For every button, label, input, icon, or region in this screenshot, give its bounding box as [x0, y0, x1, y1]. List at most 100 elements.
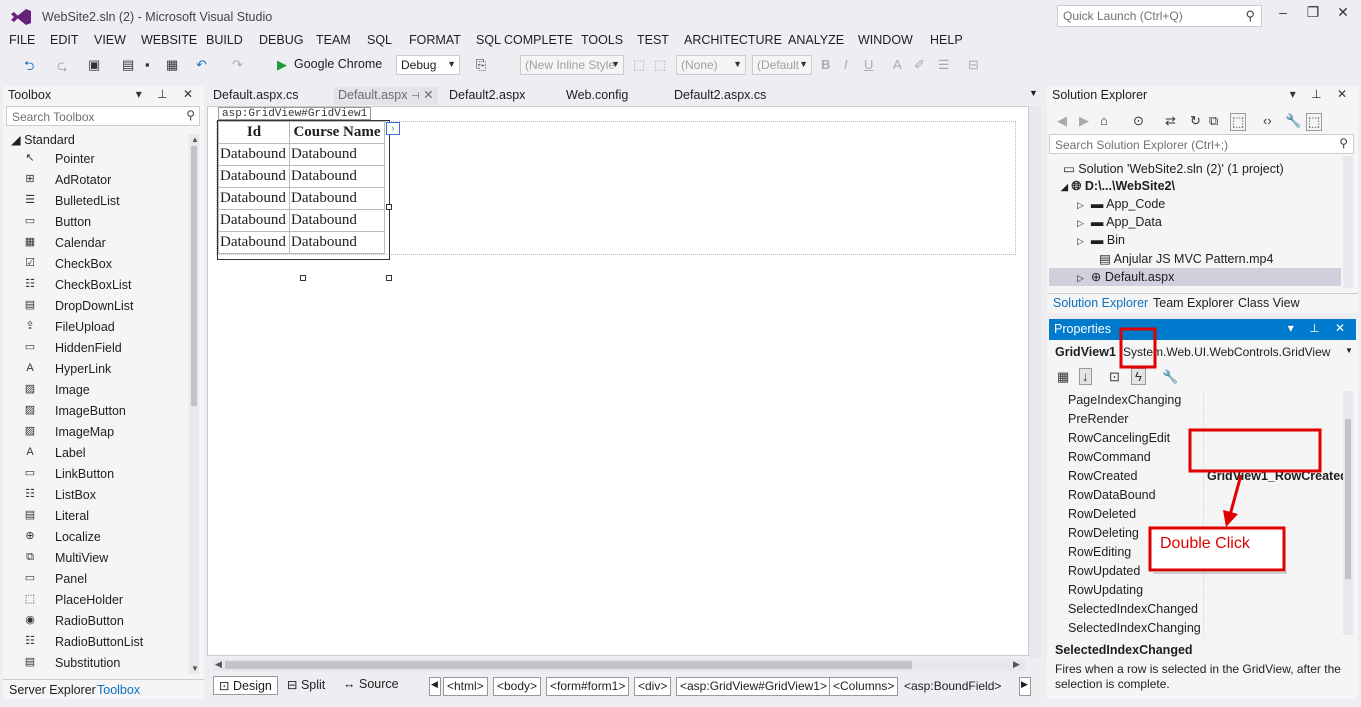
refresh-icon[interactable]: ↻ — [1190, 113, 1201, 129]
tree-node-app-data[interactable]: ▷ ▬ App_Data — [1077, 215, 1162, 229]
breadcrumb-boundfield[interactable]: <asp:BoundField> — [900, 677, 1005, 696]
properties-scroll-thumb[interactable] — [1345, 419, 1351, 579]
toolbox-item-label[interactable]: A Label — [23, 443, 183, 464]
tab-class-view[interactable]: Class View — [1238, 296, 1300, 310]
menu-build[interactable]: BUILD — [206, 33, 243, 47]
target-rule-dropdown[interactable]: (None) ▼ — [676, 55, 746, 75]
save-all-icon[interactable]: ▦ — [166, 57, 178, 73]
event-row-rowcreated[interactable]: RowCreated GridView1_RowCreated — [1049, 467, 1348, 486]
split-view-button[interactable]: ⊟ Split — [287, 677, 325, 692]
editor-vertical-scrollbar[interactable] — [1029, 106, 1041, 658]
new-project-icon[interactable]: ▣ — [88, 57, 100, 73]
property-pages-icon[interactable]: 🔧 — [1162, 369, 1178, 385]
toolbox-scroll-thumb[interactable] — [191, 146, 197, 406]
pane-buttons[interactable]: ▾ ⊥ ✕ — [1288, 321, 1351, 335]
minimize-button[interactable]: – — [1268, 4, 1298, 24]
home-icon[interactable]: ⌂ — [1100, 113, 1108, 128]
event-row-rowcancelingedit[interactable]: RowCancelingEdit — [1049, 429, 1341, 448]
toolbox-search-input[interactable]: Search Toolbox ⚲ — [6, 106, 200, 126]
underline-button[interactable]: U — [864, 57, 873, 72]
event-row-selectedindexchanged[interactable]: SelectedIndexChanged — [1049, 600, 1341, 619]
menu-format[interactable]: FORMAT — [409, 33, 461, 47]
menu-website[interactable]: WEBSITE — [141, 33, 197, 47]
gridview-control[interactable]: Id Course Name Databound Databound Databou… — [217, 120, 390, 260]
toolbox-item-literal[interactable]: ▤ Literal — [23, 506, 183, 527]
toolbox-item-checkboxlist[interactable]: ☷ CheckBoxList — [23, 275, 183, 296]
close-window-button[interactable]: ✕ — [1328, 4, 1358, 24]
menu-help[interactable]: HELP — [930, 33, 963, 47]
event-row-rowcommand[interactable]: RowCommand — [1049, 448, 1341, 467]
tree-node-bin[interactable]: ▷ ▬ Bin — [1077, 233, 1125, 247]
preview-icon[interactable]: ⬚ — [1306, 113, 1323, 131]
event-row-pageindexchanging[interactable]: PageIndexChanging — [1049, 391, 1341, 410]
event-row-prerender[interactable]: PreRender — [1049, 410, 1341, 429]
toolbox-item-listbox[interactable]: ☷ ListBox — [23, 485, 183, 506]
italic-button[interactable]: I — [844, 57, 848, 72]
tab-server-explorer[interactable]: Server Explorer — [9, 683, 96, 697]
menu-edit[interactable]: EDIT — [50, 33, 78, 47]
menu-view[interactable]: VIEW — [94, 33, 126, 47]
toolbox-item-linkbutton[interactable]: ▭ LinkButton — [23, 464, 183, 485]
menu-sql[interactable]: SQL — [367, 33, 392, 47]
pane-buttons[interactable]: ▾ ⊥ ✕ — [136, 87, 199, 101]
menu-architecture[interactable]: ARCHITECTURE — [684, 33, 782, 47]
new-style-icon[interactable]: ⬚ — [633, 57, 645, 73]
toolbox-item-calendar[interactable]: ▦ Calendar — [23, 233, 183, 254]
source-view-button[interactable]: ↔ Source — [343, 677, 399, 691]
alphabetical-icon[interactable]: ↓ — [1079, 368, 1092, 385]
show-all-files-icon[interactable]: ⬚ — [1230, 113, 1247, 131]
toolbox-item-imagemap[interactable]: ▨ ImageMap — [23, 422, 183, 443]
pending-changes-icon[interactable]: ⊙ — [1133, 113, 1144, 129]
navigate-forward-icon[interactable]: ⮎ — [57, 57, 67, 79]
breadcrumb-form[interactable]: <form#form1> — [546, 677, 630, 696]
tab-default2-aspx-cs[interactable]: Default2.aspx.cs — [674, 88, 766, 102]
menu-tools[interactable]: TOOLS — [581, 33, 623, 47]
breadcrumb-next-icon[interactable]: ▶ — [1019, 677, 1031, 696]
resize-handle[interactable] — [386, 204, 392, 210]
breadcrumb-columns[interactable]: <Columns> — [829, 677, 899, 696]
toolbox-item-fileupload[interactable]: ⇪ FileUpload — [23, 317, 183, 338]
breadcrumb-prev-icon[interactable]: ◀ — [429, 677, 441, 696]
toolbox-item-placeholder[interactable]: ⬚ PlaceHolder — [23, 590, 183, 611]
event-row-selectedindexchanging[interactable]: SelectedIndexChanging — [1049, 619, 1341, 638]
tree-node-mp4[interactable]: ▤ Anjular JS MVC Pattern.mp4 — [1099, 251, 1273, 266]
undo-icon[interactable]: ↶ — [196, 57, 207, 73]
attach-style-icon[interactable]: ⬚ — [654, 57, 666, 73]
toolbox-item-imagebutton[interactable]: ▨ ImageButton — [23, 401, 183, 422]
breadcrumb-body[interactable]: <body> — [493, 677, 542, 696]
object-selector[interactable]: GridView1 System.Web.UI.WebControls.Grid… — [1049, 341, 1354, 363]
menu-window[interactable]: WINDOW — [858, 33, 913, 47]
resize-handle[interactable] — [386, 275, 392, 281]
tab-overflow-icon[interactable]: ▼ — [1029, 88, 1038, 98]
event-row-rowdatabound[interactable]: RowDataBound — [1049, 486, 1341, 505]
back-icon[interactable]: ◀ — [1057, 113, 1067, 129]
tree-node-app-code[interactable]: ▷ ▬ App_Code — [1077, 197, 1165, 211]
toolbox-item-hyperlink[interactable]: A HyperLink — [23, 359, 183, 380]
design-view-button[interactable]: ⊡ Design — [213, 676, 278, 695]
toolbox-item-substitution[interactable]: ▤ Substitution — [23, 653, 183, 674]
scroll-left-icon[interactable]: ◀ — [215, 659, 222, 670]
fore-color-icon[interactable]: A — [893, 57, 902, 72]
menu-file[interactable]: FILE — [9, 33, 35, 47]
event-row-rowupdating[interactable]: RowUpdating — [1049, 581, 1341, 600]
redo-icon[interactable]: ↷ — [232, 57, 243, 73]
menu-debug[interactable]: DEBUG — [259, 33, 303, 47]
quick-launch-input[interactable]: Quick Launch (Ctrl+Q) ⚲ — [1057, 5, 1262, 27]
align-icon[interactable]: ☰ — [938, 57, 950, 73]
event-row-rowupdated[interactable]: RowUpdated — [1049, 562, 1341, 581]
attach-icon[interactable]: ⎘ — [476, 57, 486, 73]
save-icon[interactable]: ▪ — [145, 57, 150, 72]
toolbox-item-pointer[interactable]: ↖ Pointer — [23, 149, 183, 170]
restore-button[interactable]: ❐ — [1298, 4, 1328, 24]
highlight-icon[interactable]: ✐ — [914, 57, 925, 73]
toolbox-item-hiddenfield[interactable]: ▭ HiddenField — [23, 338, 183, 359]
toolbox-category-standard[interactable]: ◢ Standard — [11, 132, 75, 147]
open-file-icon[interactable]: ▤ — [122, 57, 134, 73]
close-tab-icon[interactable]: ✕ — [423, 88, 433, 102]
toolbox-item-panel[interactable]: ▭ Panel — [23, 569, 183, 590]
toolbox-item-checkbox[interactable]: ☑ CheckBox — [23, 254, 183, 275]
format-icon[interactable]: ⊟ — [968, 57, 979, 73]
pane-buttons[interactable]: ▾ ⊥ ✕ — [1290, 87, 1353, 101]
tab-default2-aspx[interactable]: Default2.aspx — [449, 88, 525, 102]
tab-solution-explorer[interactable]: Solution Explorer — [1053, 296, 1148, 310]
